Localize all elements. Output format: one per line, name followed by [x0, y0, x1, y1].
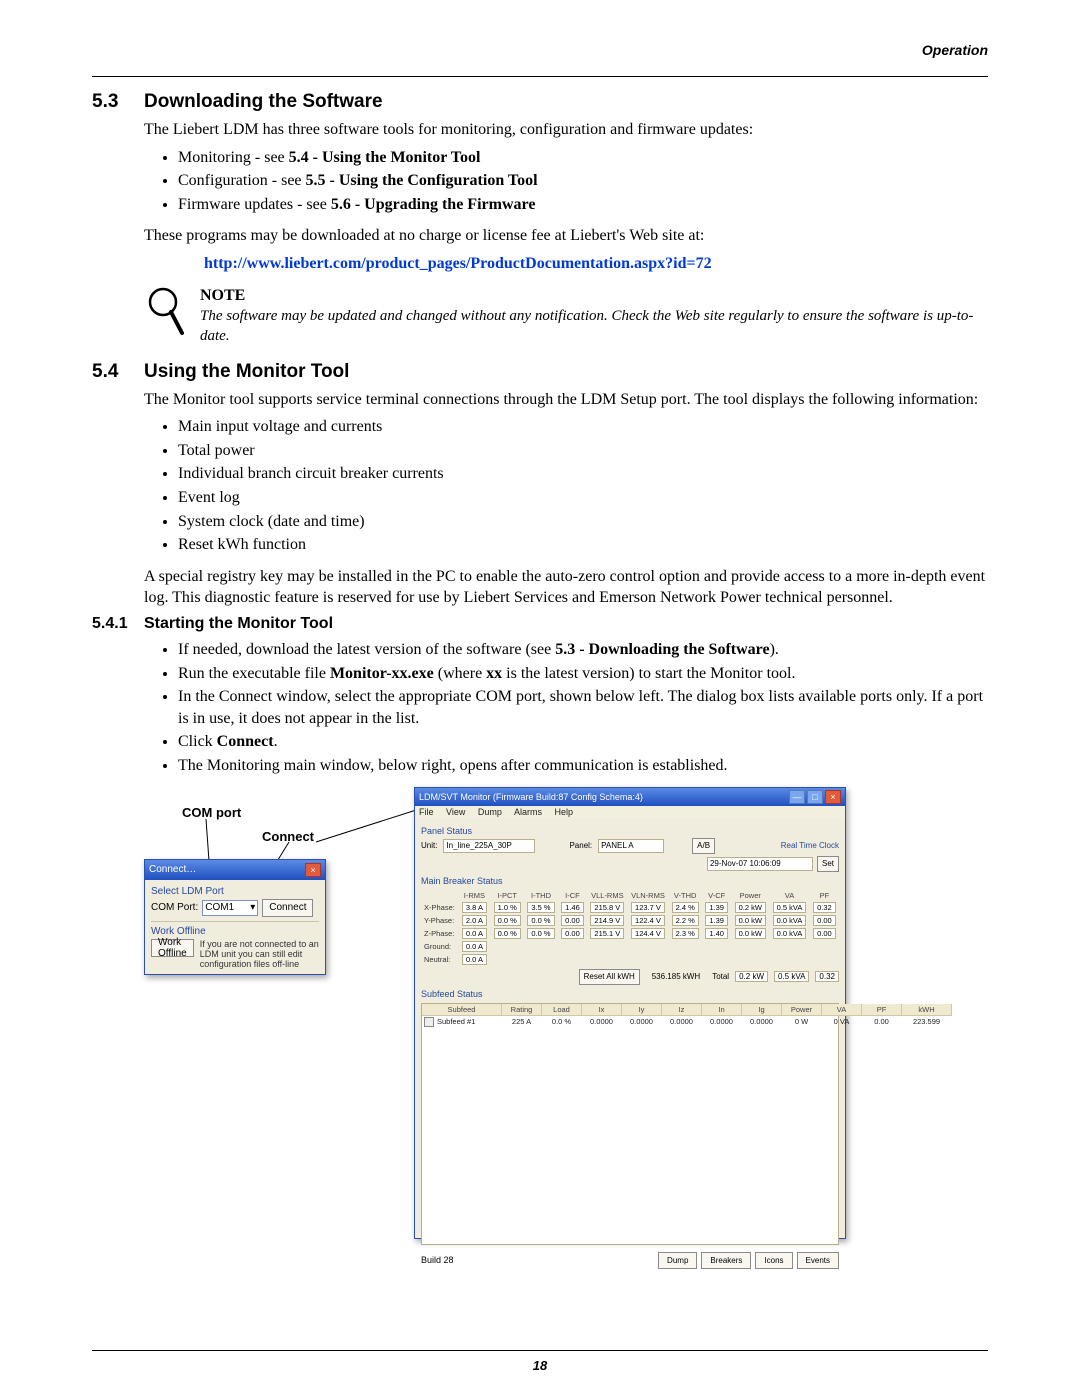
s53-bullet-list: Monitoring - see 5.4 - Using the Monitor…: [144, 147, 988, 216]
section-number-5-4: 5.4: [92, 361, 144, 383]
connect-dialog: Connect… × Select LDM Port COM Port: COM…: [144, 859, 326, 975]
list-item: In the Connect window, select the approp…: [178, 686, 988, 729]
s54-para2: A special registry key may be installed …: [144, 566, 988, 609]
callout-connect: Connect: [262, 829, 314, 844]
s53-b2: Configuration - see 5.5 - Using the Conf…: [178, 170, 988, 192]
list-item: Individual branch circuit breaker curren…: [178, 463, 988, 485]
note-heading: NOTE: [200, 285, 988, 307]
com-port-label: COM Port:: [151, 902, 198, 913]
list-item: Event log: [178, 487, 988, 509]
note-body: The software may be updated and changed …: [200, 306, 988, 347]
s53-intro: The Liebert LDM has three software tools…: [144, 119, 988, 141]
callout-com-port: COM port: [182, 805, 241, 820]
main-breaker-label: Main Breaker Status: [421, 876, 839, 886]
rtc-label: Real Time Clock: [781, 841, 839, 850]
rtc-value: 29-Nov-07 10:06:09: [707, 857, 813, 871]
subfeed-item[interactable]: Subfeed #1: [422, 1016, 502, 1028]
panel-status-label: Panel Status: [421, 826, 839, 836]
footer-breakers-button[interactable]: Breakers: [701, 1252, 751, 1269]
list-item: Run the executable file Monitor-xx.exe (…: [178, 663, 988, 685]
total-va: 0.5 kVA: [774, 971, 809, 982]
download-link[interactable]: http://www.liebert.com/product_pages/Pro…: [144, 253, 988, 275]
panel-label: Panel:: [569, 841, 592, 850]
work-offline-label: Work Offline: [151, 926, 319, 937]
s54-intro: The Monitor tool supports service termin…: [144, 389, 988, 411]
close-icon[interactable]: ×: [825, 790, 841, 804]
unit-value: In_line_225A_30P: [443, 839, 535, 853]
subfeed-status-label: Subfeed Status: [421, 989, 839, 999]
total-pf: 0.32: [815, 971, 839, 982]
build-label: Build 28: [421, 1255, 454, 1265]
top-rule: [92, 76, 988, 77]
section-number-5-3: 5.3: [92, 91, 144, 113]
panel-value: PANEL A: [598, 839, 664, 853]
list-item: The Monitoring main window, below right,…: [178, 755, 988, 777]
work-offline-text: If you are not connected to an LDM unit …: [200, 939, 319, 970]
menubar: File View Dump Alarms Help: [415, 806, 845, 818]
connect-dialog-title: Connect…: [149, 864, 196, 875]
menu-dump[interactable]: Dump: [478, 807, 502, 817]
menu-file[interactable]: File: [419, 807, 434, 817]
list-item: System clock (date and time): [178, 511, 988, 533]
screenshots-area: COM port Connect Connect… × Select LDM P…: [144, 787, 988, 1247]
section-title-5-3: Downloading the Software: [144, 91, 383, 113]
list-item: Total power: [178, 440, 988, 462]
section-title-5-4-1: Starting the Monitor Tool: [144, 615, 333, 633]
running-header: Operation: [92, 42, 988, 58]
maximize-icon[interactable]: □: [807, 790, 823, 804]
chevron-down-icon: ▾: [250, 902, 255, 913]
section-title-5-4: Using the Monitor Tool: [144, 361, 349, 383]
bottom-rule: [92, 1350, 988, 1351]
list-item: Main input voltage and currents: [178, 416, 988, 438]
subfeed-list: SubfeedRatingLoadIxIyIzInIgPowerVAPFkWH …: [421, 1003, 839, 1245]
select-ldm-port-label: Select LDM Port: [151, 886, 319, 897]
page-number: 18: [0, 1358, 1080, 1373]
s541-bullet-list: If needed, download the latest version o…: [144, 639, 988, 777]
work-offline-button[interactable]: Work Offline: [151, 939, 194, 957]
s53-b3: Firmware updates - see 5.6 - Upgrading t…: [178, 194, 988, 216]
s53-p2: These programs may be downloaded at no c…: [144, 225, 988, 247]
connect-button[interactable]: Connect: [262, 899, 313, 917]
minimize-icon[interactable]: —: [789, 790, 805, 804]
reset-kwh-button[interactable]: Reset All kWH: [579, 969, 640, 985]
list-item: Click Connect.: [178, 731, 988, 753]
monitor-window: LDM/SVT Monitor (Firmware Build:87 Confi…: [414, 787, 846, 1239]
close-icon[interactable]: ×: [305, 863, 321, 877]
footer-events-button[interactable]: Events: [797, 1252, 839, 1269]
s53-b1: Monitoring - see 5.4 - Using the Monitor…: [178, 147, 988, 169]
total-label: Total: [712, 972, 729, 981]
ab-toggle-button[interactable]: A/B: [692, 838, 715, 854]
set-clock-button[interactable]: Set: [817, 856, 839, 872]
list-item: Reset kWh function: [178, 534, 988, 556]
main-breaker-table: I-RMSI-PCTI-THDI-CFVLL-RMSVLN-RMSV-THDV-…: [421, 890, 839, 966]
footer-icons-button[interactable]: Icons: [755, 1252, 792, 1269]
monitor-title: LDM/SVT Monitor (Firmware Build:87 Confi…: [419, 792, 643, 802]
s54-info-list: Main input voltage and currents Total po…: [144, 416, 988, 556]
footer-dump-button[interactable]: Dump: [658, 1252, 697, 1269]
kwh-value: 536.185 kWH: [652, 972, 700, 981]
menu-help[interactable]: Help: [554, 807, 573, 817]
menu-alarms[interactable]: Alarms: [514, 807, 542, 817]
com-port-select[interactable]: COM1 ▾: [202, 900, 258, 916]
unit-label: Unit:: [421, 841, 437, 850]
total-power: 0.2 kW: [735, 971, 768, 982]
section-number-5-4-1: 5.4.1: [92, 615, 144, 633]
list-item: If needed, download the latest version o…: [178, 639, 988, 661]
magnifier-icon: [144, 285, 188, 345]
menu-view[interactable]: View: [446, 807, 465, 817]
